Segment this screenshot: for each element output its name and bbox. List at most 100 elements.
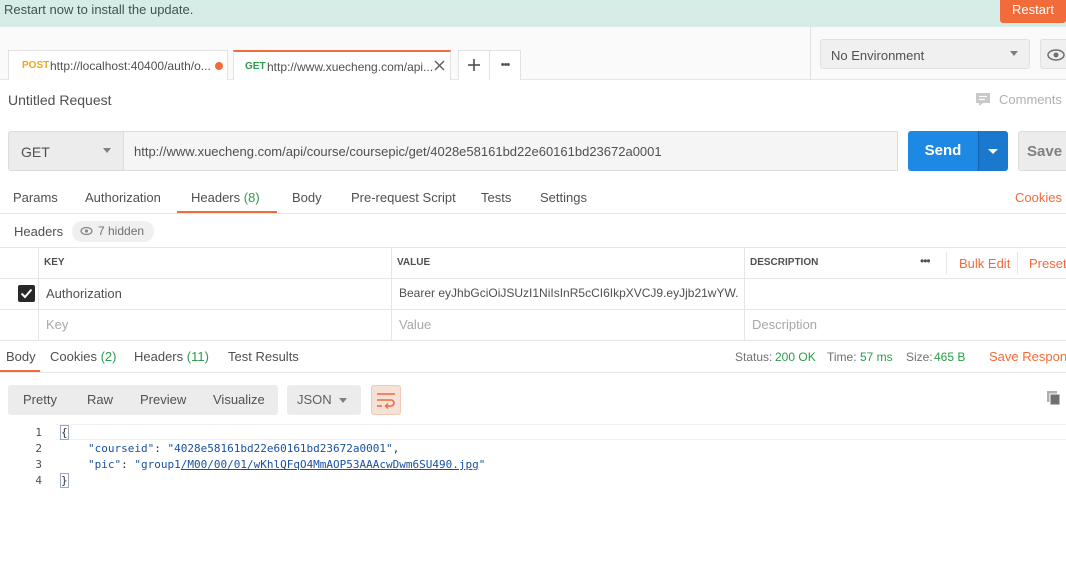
headers-section-label: Headers [14,224,64,239]
format-select[interactable]: JSON [287,385,361,415]
eye-icon [1047,49,1065,61]
save-response-button[interactable]: Save Respons [989,349,1066,364]
response-tab-headers-count: (11) [186,349,209,364]
response-tab-cookies-label: Cookies [50,349,97,364]
header-value-cell[interactable]: Bearer eyJhbGciOiJSUzI1NiIsInR5cCI6IkpXV… [399,286,739,300]
tab-body[interactable]: Body [292,190,322,205]
tab-authorization[interactable]: Authorization [85,190,161,205]
tab-post-request[interactable]: POST http://localhost:40400/auth/o... [8,50,228,80]
json-line-pic[interactable]: "pic": "group1/M00/00/01/wKhlQFqO4MmAOP5… [88,458,485,471]
response-tab-headers-label: Headers [134,349,184,364]
json-string-value: "4028e58161bd22e60161bd23672a0001" [167,442,393,455]
column-header-description: DESCRIPTION [750,257,819,268]
update-banner-text: Restart now to install the update. [4,2,194,17]
divider [0,309,1066,310]
line-number: 1 [35,426,42,439]
new-tab-button[interactable] [458,50,490,80]
tab-method: POST [22,60,50,71]
column-header-value: VALUE [397,257,431,268]
new-header-value-input[interactable]: Value [399,317,431,332]
tab-url: http://www.xuecheng.com/api... [267,60,434,74]
json-link-value[interactable]: /M00/00/01/wKhlQFqO4MmAOP53AAAcwDwm6SU49… [181,458,479,471]
wrap-icon [377,393,395,409]
divider [0,247,1066,248]
header-enabled-checkbox[interactable] [18,285,35,302]
tab-url: http://localhost:40400/auth/o... [50,59,211,73]
unsaved-indicator-icon [215,62,223,70]
column-header-key: KEY [44,257,65,268]
divider [0,372,1066,373]
tab-settings[interactable]: Settings [540,190,587,205]
response-tab-cookies-count: (2) [100,349,117,364]
divider [1017,252,1018,274]
comments-label: Comments [999,92,1062,107]
cookies-link[interactable]: Cookies [1015,190,1062,205]
eye-icon [80,226,93,236]
format-value: JSON [297,392,332,407]
status-value[interactable]: 200 OK [775,350,816,364]
line-number: 2 [35,442,42,455]
json-key: "pic" [88,458,122,471]
json-close-brace: } [60,473,69,488]
tab-headers-label: Headers [191,190,241,205]
save-button[interactable]: Save [1018,131,1066,171]
environment-quick-look-button[interactable] [1040,39,1066,69]
tab-tests[interactable]: Tests [481,190,511,205]
divider [38,247,39,340]
response-tab-headers[interactable]: Headers (11) [134,349,209,364]
divider [946,252,947,274]
close-icon[interactable] [434,60,445,71]
divider [391,247,392,340]
json-open-brace: { [60,425,69,440]
hidden-headers-label: 7 hidden [98,224,145,238]
comment-icon [976,93,990,106]
divider [0,278,1066,279]
tab-prerequest-script[interactable]: Pre-request Script [351,190,456,205]
request-title[interactable]: Untitled Request [8,92,112,108]
line-number: 4 [35,474,42,487]
copy-icon[interactable] [1046,390,1060,406]
chevron-down-icon [103,148,111,153]
divider [0,340,1066,341]
size-label: Size: [906,350,933,364]
response-tab-body[interactable]: Body [6,349,36,364]
plus-icon [468,59,480,71]
header-key-cell[interactable]: Authorization [46,286,386,301]
response-tab-cookies[interactable]: Cookies (2) [50,349,116,364]
new-header-key-input[interactable]: Key [46,317,68,332]
json-line-courseid[interactable]: "courseid": "4028e58161bd22e60161bd23672… [88,442,399,455]
tab-params[interactable]: Params [13,190,58,205]
wrap-lines-button[interactable] [371,385,401,415]
json-key: "courseid" [88,442,155,455]
view-visualize-button[interactable]: Visualize [213,392,265,407]
view-raw-button[interactable]: Raw [87,392,113,407]
view-pretty-button[interactable]: Pretty [23,392,57,407]
check-icon [20,288,33,299]
chevron-down-icon [1010,51,1018,56]
time-label: Time: [827,350,857,364]
json-string-value: "group1 [134,458,181,471]
line-number: 3 [35,458,42,471]
send-button[interactable]: Send [908,131,978,171]
divider [0,213,1066,214]
response-tab-test-results[interactable]: Test Results [228,349,299,364]
restart-button[interactable]: Restart [1000,0,1066,23]
tab-headers[interactable]: Headers (8) [191,190,260,205]
presets-button[interactable]: Presets [1029,256,1066,271]
current-line-highlight [56,424,1066,440]
chevron-down-icon [339,398,347,403]
environment-select[interactable]: No Environment [820,39,1030,69]
view-preview-button[interactable]: Preview [140,392,186,407]
tab-more-button[interactable]: ••• [489,50,521,80]
tab-method: GET [245,61,266,72]
bulk-edit-button[interactable]: Bulk Edit [959,256,1010,271]
tab-headers-count: (8) [243,190,260,205]
divider [744,247,745,340]
new-header-description-input[interactable]: Description [752,317,817,332]
tab-get-request[interactable]: GET http://www.xuecheng.com/api... [233,50,451,80]
chevron-down-icon [988,149,998,154]
size-value[interactable]: 465 B [934,350,965,364]
table-more-button[interactable]: ••• [920,254,931,268]
url-input[interactable]: http://www.xuecheng.com/api/course/cours… [124,131,898,171]
time-value[interactable]: 57 ms [860,350,893,364]
